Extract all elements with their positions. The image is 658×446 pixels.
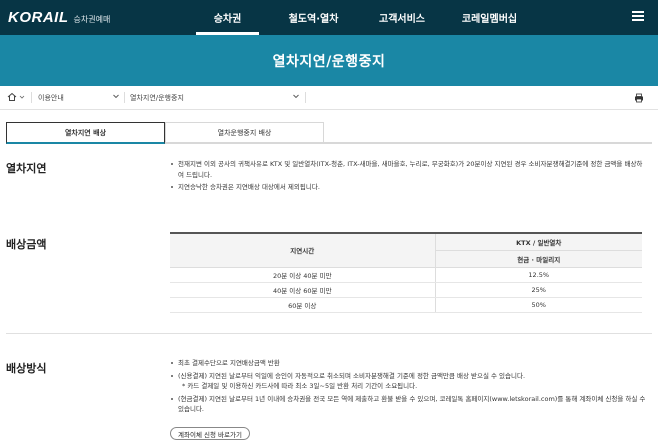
cell-delay-time: 20분 이상 40분 미만 (170, 267, 436, 283)
section-title-delay: 열차지연 (6, 162, 47, 175)
top-navigation: KORAIL 승차권예매 승차권 철도역·열차 고객서비스 코레일멤버십 (0, 0, 658, 35)
menu-item-membership[interactable]: 코레일멤버십 (442, 0, 537, 35)
compensation-table: 지연시간 KTX / 일반열차 현금 · 마일리지 20분 이상 40분 미만 … (170, 232, 642, 313)
tab-delay-compensation[interactable]: 열차지연 배상 (6, 122, 165, 144)
list-item: 지연승낙한 승차권은 지연배상 대상에서 제외됩니다. (170, 182, 648, 193)
hamburger-menu-icon[interactable] (632, 11, 644, 21)
menu-label: 고객서비스 (379, 14, 425, 25)
table-row: 60분 이상 50% (170, 297, 642, 313)
button-label: 계좌이체 신청 바로가기 (178, 430, 242, 439)
menu-label: 코레일멤버십 (461, 14, 518, 25)
home-icon[interactable] (7, 92, 17, 102)
table-row: 20분 이상 40분 미만 12.5% (170, 267, 642, 283)
logo-subtitle: 승차권예매 (73, 15, 111, 24)
breadcrumb-item-guide[interactable]: 이용안내 (38, 93, 64, 103)
method-bullets: 최초 결제수단으로 지연배상금액 반환 (신용결제) 지연된 날로부터 익일에 … (170, 358, 648, 417)
menu-item-stations[interactable]: 철도역·열차 (265, 0, 362, 35)
tab-label: 열차운행중지 배상 (217, 128, 272, 137)
main-menu: 승차권 철도역·열차 고객서비스 코레일멤버십 (190, 0, 537, 35)
table-header-delay-time: 지연시간 (170, 232, 436, 268)
korail-logo[interactable]: KORAIL 승차권예매 (8, 9, 110, 26)
list-item: (신용결제) 지연된 날로부터 익일에 승인이 자동적으로 취소되며 소비자분쟁… (170, 371, 648, 382)
menu-item-customer-service[interactable]: 고객서비스 (362, 0, 442, 35)
logo-text: KORAIL (8, 9, 69, 26)
cell-delay-time: 40분 이상 60분 미만 (170, 282, 436, 298)
tab-bar: 열차지연 배상 열차운행중지 배상 (6, 122, 324, 144)
table-header-train: KTX / 일반열차 (435, 232, 642, 251)
cell-rate: 12.5% (435, 267, 642, 283)
list-item: 최초 결제수단으로 지연배상금액 반환 (170, 358, 648, 369)
breadcrumb: 이용안내 열차지연/운행중지 (0, 86, 658, 110)
section-title-method: 배상방식 (6, 362, 47, 375)
tab-label: 열차지연 배상 (64, 128, 107, 137)
print-icon[interactable] (634, 93, 644, 103)
account-transfer-link-button[interactable]: 계좌이체 신청 바로가기 (170, 427, 250, 440)
chevron-down-icon[interactable] (292, 92, 300, 100)
list-item: (현금결제) 지연된 날로부터 1년 이내에 승차권을 전국 모든 역에 제출하… (170, 394, 648, 415)
tab-suspension-compensation[interactable]: 열차운행중지 배상 (165, 122, 324, 144)
delay-bullets: 천재지변 이외 공사의 귀책사유로 KTX 및 일반열차(ITX-청춘, ITX… (170, 159, 648, 195)
list-item-note: * 카드 결제일 및 이용하신 카드사에 따라 최소 3일~5일 반환 처리 기… (182, 382, 418, 390)
cell-rate: 25% (435, 282, 642, 298)
cell-rate: 50% (435, 297, 642, 313)
page-title: 열차지연/운행중지 (272, 53, 386, 70)
home-dropdown-icon[interactable] (19, 94, 25, 102)
breadcrumb-item-current[interactable]: 열차지연/운행중지 (130, 93, 184, 103)
chevron-down-icon[interactable] (112, 92, 120, 100)
menu-item-tickets[interactable]: 승차권 (190, 0, 265, 35)
table-row: 40분 이상 60분 미만 25% (170, 282, 642, 298)
menu-label: 승차권 (213, 14, 242, 25)
menu-label: 철도역·열차 (288, 14, 339, 25)
cell-delay-time: 60분 이상 (170, 297, 436, 313)
table-header-payment: 현금 · 마일리지 (435, 249, 642, 268)
page-banner: 열차지연/운행중지 (0, 35, 658, 86)
section-divider (6, 333, 652, 334)
section-title-compensation: 배상금액 (6, 238, 47, 251)
list-item: 천재지변 이외 공사의 귀책사유로 KTX 및 일반열차(ITX-청춘, ITX… (170, 159, 648, 180)
tab-underline (324, 142, 652, 144)
